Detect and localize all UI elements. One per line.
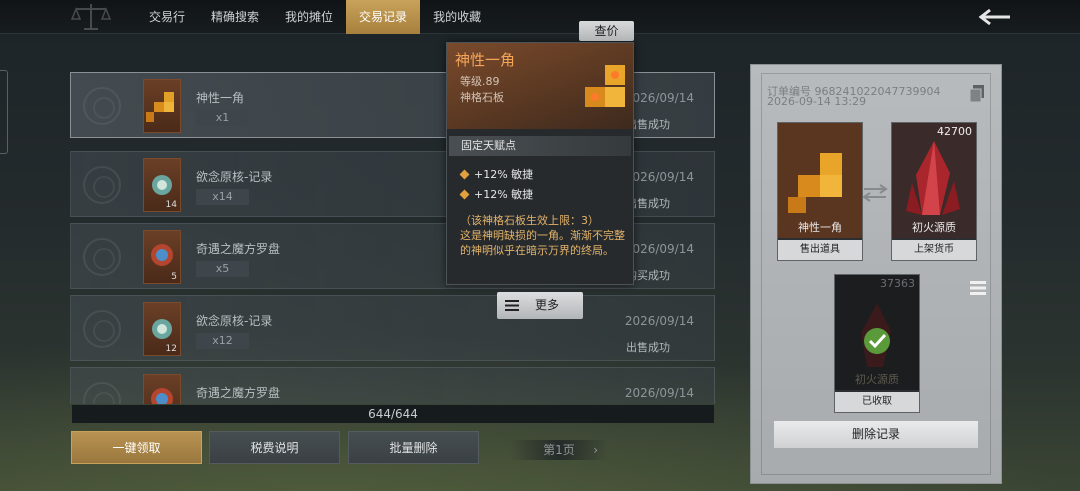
menu-icon [505, 300, 519, 311]
currency-name: 初火源质 [912, 221, 956, 234]
stat-line: +12% 敏捷 [459, 186, 534, 202]
item-thumbnail: 12 [143, 302, 181, 356]
tab-my-favorites[interactable]: 我的收藏 [420, 0, 494, 34]
record-date: 2026/09/14 [624, 242, 694, 256]
stat-text: +12% 敏捷 [474, 168, 534, 181]
more-button[interactable]: 更多 [497, 292, 583, 319]
top-bar: 交易行 精确搜索 我的摊位 交易记录 我的收藏 [0, 0, 1080, 34]
scales-icon [70, 4, 112, 30]
record-select-circle[interactable] [83, 166, 121, 204]
item-thumbnail [143, 374, 181, 404]
sold-item-card[interactable]: 神性一角 售出道具 [777, 122, 863, 261]
item-name: 奇遇之魔方罗盘 [196, 386, 281, 400]
item-count: x12 [196, 333, 249, 349]
tooltip-description: （该神格石板生效上限：3） 这是神明缺损的一角。渐渐不完整的神明似乎在暗示万界的… [460, 213, 628, 258]
back-arrow-icon[interactable] [978, 7, 1012, 27]
currency-label: 上架货币 [892, 240, 976, 260]
item-count: x5 [196, 261, 249, 277]
tab-my-stall[interactable]: 我的摊位 [272, 0, 346, 34]
record-counter: 644/644 [72, 405, 714, 423]
item-name: 欲念原核-记录 [196, 314, 273, 328]
talent-section-header: 固定天赋点 [449, 136, 631, 156]
stat-line: +12% 敏捷 [459, 166, 534, 182]
delete-record-button[interactable]: 删除记录 [774, 421, 978, 448]
sold-item-name: 神性一角 [798, 221, 842, 234]
copy-icon[interactable] [969, 85, 985, 103]
record-select-circle[interactable] [83, 238, 121, 276]
page-indicator[interactable]: 第1页 › [510, 440, 608, 460]
received-amount: 37363 [880, 277, 915, 290]
record-status: 出售成功 [626, 341, 670, 354]
tooltip-title: 神性一角 [455, 51, 516, 69]
diamond-bullet-icon [459, 169, 470, 180]
item-name: 神性一角 [196, 91, 245, 105]
item-count: x14 [196, 189, 249, 205]
tab-trading-house[interactable]: 交易行 [136, 0, 198, 34]
tax-info-button[interactable]: 税费说明 [209, 431, 340, 464]
record-select-circle[interactable] [83, 382, 121, 404]
record-select-circle[interactable] [83, 310, 121, 348]
stone-tablet-icon [585, 65, 625, 107]
thumb-quantity: 5 [171, 272, 177, 282]
swap-arrows-icon [862, 184, 888, 202]
list-menu-icon[interactable] [970, 280, 986, 296]
item-count: x1 [196, 110, 249, 126]
record-date: 2026/09/14 [624, 170, 694, 184]
item-name: 欲念原核-记录 [196, 170, 273, 184]
tooltip-type: 神格石板 [460, 91, 504, 104]
claim-all-button[interactable]: 一键领取 [71, 431, 202, 464]
item-name: 奇遇之魔方罗盘 [196, 242, 281, 256]
compass-icon [151, 388, 173, 404]
received-name: 初火源质 [855, 373, 899, 386]
record-date: 2026/09/14 [624, 314, 694, 328]
stone-tablet-icon [146, 92, 174, 122]
item-thumbnail: 5 [143, 230, 181, 284]
record-date: 2026/09/14 [624, 91, 694, 105]
price-check-button[interactable]: 查价 [579, 21, 634, 41]
received-label: 已收取 [835, 392, 919, 412]
desc-lore: 这是神明缺损的一角。渐渐不完整的神明似乎在暗示万界的终局。 [460, 229, 625, 257]
record-row[interactable]: 奇遇之魔方罗盘 2026/09/14 [70, 367, 715, 404]
tooltip-level: 等级.89 [460, 75, 500, 88]
record-date: 2026/09/14 [624, 386, 694, 400]
record-select-circle[interactable] [83, 87, 121, 125]
listing-price: 42700 [937, 125, 972, 138]
chevron-right-icon[interactable]: › [593, 440, 598, 460]
diamond-bullet-icon [459, 189, 470, 200]
currency-card[interactable]: 42700 初火源质 上架货币 [891, 122, 977, 261]
order-time: 2026-09-14 13:29 [767, 95, 867, 108]
thumb-quantity: 12 [165, 344, 177, 354]
page-label: 第1页 [543, 443, 575, 457]
item-thumbnail: 14 [143, 158, 181, 212]
tooltip-header: 神性一角 等级.89 神格石板 [447, 43, 633, 129]
tab-bar: 交易行 精确搜索 我的摊位 交易记录 我的收藏 [136, 0, 494, 34]
tab-trade-records[interactable]: 交易记录 [346, 0, 421, 34]
record-row[interactable]: 12 欲念原核-记录 x12 2026/09/14 出售成功 [70, 295, 715, 361]
sold-item-label: 售出道具 [778, 240, 862, 260]
item-tooltip: 神性一角 等级.89 神格石板 固定天赋点 +12% 敏捷 +12% 敏捷 （该… [446, 42, 634, 285]
tab-precise-search[interactable]: 精确搜索 [198, 0, 272, 34]
side-tab-edge[interactable] [0, 70, 8, 154]
desc-limit: （该神格石板生效上限：3） [460, 214, 599, 227]
batch-delete-button[interactable]: 批量删除 [348, 431, 479, 464]
thumb-quantity: 14 [165, 200, 177, 210]
received-card[interactable]: 37363 初火源质 已收取 [834, 274, 920, 413]
stat-text: +12% 敏捷 [474, 188, 534, 201]
more-label: 更多 [535, 298, 560, 312]
item-thumbnail [143, 79, 181, 133]
